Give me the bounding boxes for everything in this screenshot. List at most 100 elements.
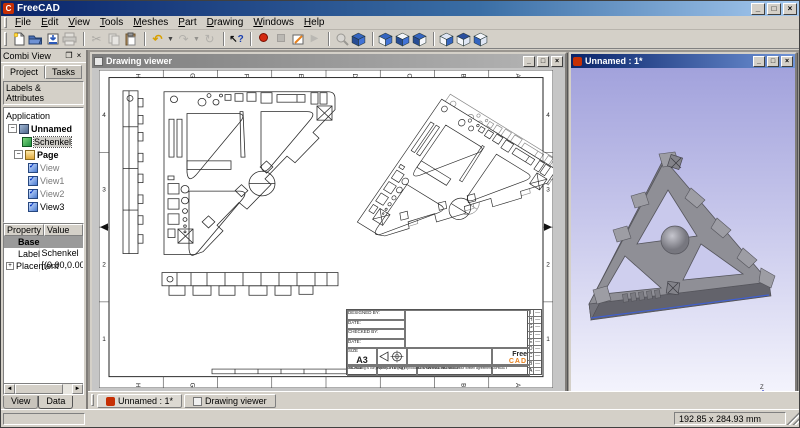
zone-label: H xyxy=(134,73,141,78)
toolbar-grip[interactable] xyxy=(4,32,7,46)
child-close-button[interactable]: × xyxy=(781,56,793,67)
tree-item-view1[interactable]: View1 xyxy=(4,174,83,187)
fit-all-icon xyxy=(335,32,349,46)
left-view-button[interactable] xyxy=(472,31,489,48)
tree-item-document[interactable]: − Unnamed xyxy=(4,122,83,135)
undo-button[interactable]: ↶ xyxy=(149,31,166,48)
macro-edit-button[interactable] xyxy=(289,31,306,48)
new-document-button[interactable] xyxy=(10,31,27,48)
tab-tasks[interactable]: Tasks xyxy=(45,65,82,79)
whats-this-icon: ↖? xyxy=(229,34,244,45)
tab-project[interactable]: Project xyxy=(3,65,45,79)
minimize-button[interactable]: _ xyxy=(751,3,765,15)
menu-file[interactable]: File xyxy=(10,16,36,29)
close-panel-icon[interactable]: × xyxy=(74,51,84,61)
top-view-button[interactable] xyxy=(394,31,411,48)
macro-stop-button[interactable] xyxy=(272,31,289,48)
view-icon xyxy=(28,189,38,199)
menu-help[interactable]: Help xyxy=(299,16,330,29)
redo-button[interactable]: ↷ xyxy=(175,31,192,48)
child-maximize-button[interactable]: □ xyxy=(537,56,549,67)
bottom-view-button[interactable] xyxy=(455,31,472,48)
property-row-label[interactable]: Label Schenkel xyxy=(4,248,83,260)
fit-all-button[interactable] xyxy=(333,31,350,48)
child-maximize-button[interactable]: □ xyxy=(767,56,779,67)
float-panel-icon[interactable]: ❐ xyxy=(64,51,74,61)
date-label: DATE: xyxy=(348,321,361,326)
macro-record-button[interactable] xyxy=(255,31,272,48)
expand-icon[interactable]: + xyxy=(6,262,14,270)
tree-item-schenkel[interactable]: Schenkel xyxy=(4,135,83,148)
tree-item-application[interactable]: Application xyxy=(4,109,83,122)
property-editor: Property Value Base Label Schenkel + Pla… xyxy=(3,223,84,395)
view-icon xyxy=(28,176,38,186)
scroll-left-icon[interactable]: ◄ xyxy=(4,384,15,394)
tab-data[interactable]: Data xyxy=(38,396,73,409)
zone-label: H xyxy=(134,383,141,388)
3d-viewport[interactable]: 48.1/2.6 fps X Y Z xyxy=(571,68,795,391)
whats-this-button[interactable]: ↖? xyxy=(228,31,245,48)
view-icon xyxy=(28,202,38,212)
value-column-header[interactable]: Value xyxy=(44,224,83,236)
save-button[interactable] xyxy=(44,31,61,48)
menubar-grip[interactable] xyxy=(4,17,7,27)
copy-button[interactable] xyxy=(105,31,122,48)
child-close-button[interactable]: × xyxy=(551,56,563,67)
tab-view[interactable]: View xyxy=(3,396,38,409)
open-folder-button[interactable] xyxy=(27,31,44,48)
front-view-button[interactable] xyxy=(377,31,394,48)
dimensions-readout: 192.85 x 284.93 mm xyxy=(674,412,786,425)
freecad-logo-icon: C xyxy=(3,3,14,14)
cut-button[interactable]: ✂ xyxy=(88,31,105,48)
status-bar: 192.85 x 284.93 mm xyxy=(1,409,799,427)
tree-item-view3[interactable]: View3 xyxy=(4,200,83,213)
right-view-button[interactable] xyxy=(411,31,428,48)
print-button[interactable] xyxy=(61,31,78,48)
mdi-tab-drawing-viewer[interactable]: Drawing viewer xyxy=(184,394,276,408)
freecad-window: C FreeCAD _ □ × FileEditViewToolsMeshesP… xyxy=(0,0,800,428)
undo-dropdown-icon[interactable]: ▼ xyxy=(166,31,175,48)
drawing-viewer-titlebar[interactable]: Drawing viewer _ □ × xyxy=(92,54,565,68)
horizontal-scrollbar[interactable]: ◄ ► xyxy=(4,383,83,394)
menu-tools[interactable]: Tools xyxy=(95,16,128,29)
top-view-icon xyxy=(395,32,410,47)
3d-view-title: Unnamed : 1* xyxy=(585,56,751,66)
close-button[interactable]: × xyxy=(783,3,797,15)
child-minimize-button[interactable]: _ xyxy=(523,56,535,67)
property-row-placement[interactable]: + Placement [(0.00,0.00 xyxy=(4,260,83,272)
rear-view-button[interactable] xyxy=(438,31,455,48)
collapse-icon[interactable]: − xyxy=(8,124,17,133)
toolbar-separator xyxy=(372,32,374,46)
paste-button[interactable] xyxy=(122,31,139,48)
menu-view[interactable]: View xyxy=(63,16,95,29)
menu-edit[interactable]: Edit xyxy=(36,16,63,29)
document-tree: Application − Unnamed Schenkel − Page xyxy=(3,107,84,223)
redo-icon: ↷ xyxy=(178,33,188,46)
zone-label: D xyxy=(351,73,358,78)
maximize-button[interactable]: □ xyxy=(767,3,781,15)
mdi-tab-unnamed[interactable]: Unnamed : 1* xyxy=(97,394,182,408)
tree-item-view2[interactable]: View2 xyxy=(4,187,83,200)
menu-meshes[interactable]: Meshes xyxy=(128,16,173,29)
revision-row: E— xyxy=(528,339,541,346)
menu-drawing[interactable]: Drawing xyxy=(202,16,249,29)
resize-grip[interactable] xyxy=(786,412,799,425)
scrollbar-thumb[interactable] xyxy=(15,384,63,394)
scroll-right-icon[interactable]: ► xyxy=(72,384,83,394)
axonometric-view-button[interactable] xyxy=(350,31,367,48)
redo-dropdown-icon[interactable]: ▼ xyxy=(192,31,201,48)
property-group-base[interactable]: Base xyxy=(4,236,83,248)
tabbar-grip[interactable] xyxy=(91,394,94,406)
property-column-header[interactable]: Property xyxy=(4,224,44,236)
drawing-canvas[interactable]: HGFEDCBAHGBA43214321 DESIGNED BY: DATE: … xyxy=(92,68,565,391)
3d-view-titlebar[interactable]: Unnamed : 1* _ □ × xyxy=(571,54,795,68)
menu-part[interactable]: Part xyxy=(173,16,201,29)
child-minimize-button[interactable]: _ xyxy=(753,56,765,67)
collapse-icon[interactable]: − xyxy=(14,150,23,159)
macro-play-button[interactable]: ▶ xyxy=(306,31,323,48)
tree-item-page[interactable]: − Page xyxy=(4,148,83,161)
tree-item-view[interactable]: View xyxy=(4,161,83,174)
refresh-button[interactable]: ↻ xyxy=(201,31,218,48)
zone-label: G xyxy=(188,73,195,78)
menu-windows[interactable]: Windows xyxy=(248,16,299,29)
